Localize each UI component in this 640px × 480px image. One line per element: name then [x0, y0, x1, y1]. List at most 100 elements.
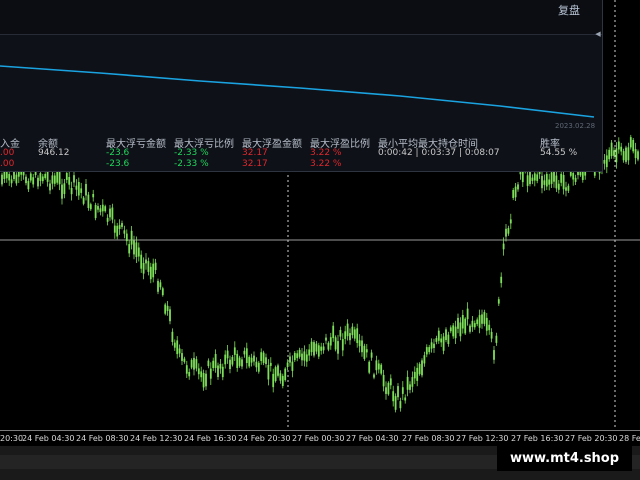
candle: [166, 301, 169, 316]
candle: [375, 355, 378, 375]
candle: [548, 173, 551, 191]
candle: [567, 183, 570, 193]
candle: [233, 341, 236, 361]
candle: [279, 370, 282, 384]
candle: [111, 203, 114, 224]
time-label: 24 Feb 20:30: [238, 434, 291, 443]
candle: [433, 338, 435, 353]
candle: [637, 149, 639, 162]
candle: [214, 349, 217, 373]
candle: [272, 368, 275, 393]
candle: [260, 348, 263, 365]
candle: [51, 169, 54, 190]
candle: [495, 332, 498, 346]
candle: [116, 222, 119, 240]
candle: [615, 142, 618, 169]
candle: [565, 181, 567, 197]
candle: [200, 366, 203, 382]
candle: [387, 381, 390, 396]
candle: [145, 253, 147, 270]
candle: [349, 328, 351, 345]
candle: [82, 196, 85, 206]
candle: [457, 313, 459, 334]
candle: [205, 370, 207, 390]
candle: [224, 350, 227, 369]
candle: [560, 170, 563, 187]
time-label: 27 Feb 00:30: [292, 434, 345, 443]
candle: [483, 309, 486, 327]
candle: [99, 205, 102, 216]
candle: [476, 317, 479, 327]
candle: [344, 325, 347, 345]
candle: [418, 362, 421, 376]
candle: [620, 142, 623, 156]
candle: [113, 219, 116, 239]
candle: [277, 363, 279, 378]
candle: [32, 173, 35, 188]
candle: [361, 335, 363, 357]
candle: [497, 296, 500, 306]
candle: [106, 214, 109, 226]
candle: [238, 355, 241, 368]
candle: [413, 366, 416, 384]
candle: [298, 347, 301, 359]
cell-max-float-profit-1: 32.17: [242, 148, 268, 158]
candle: [73, 170, 75, 187]
cell-win-rate-1: 54.55 %: [540, 148, 578, 158]
candle: [514, 183, 517, 201]
cell-max-float-profit-2: 32.17: [242, 159, 268, 169]
candle: [397, 383, 399, 401]
candle: [389, 374, 392, 390]
candle: [557, 180, 560, 194]
candle: [255, 357, 258, 372]
candle: [140, 250, 143, 273]
time-axis: 20:30 24 Feb 04:30 24 Feb 08:30 24 Feb 1…: [0, 430, 640, 447]
candle: [454, 320, 457, 344]
candle: [195, 356, 198, 372]
candle: [209, 362, 212, 385]
candle: [512, 187, 515, 201]
candle: [315, 341, 318, 355]
cell-balance-1: 946.12: [38, 148, 70, 158]
candle: [562, 169, 565, 195]
candle: [128, 240, 131, 258]
candle: [75, 179, 78, 197]
candle: [236, 350, 239, 372]
candle: [337, 334, 339, 360]
candle: [89, 202, 92, 211]
candle: [123, 225, 126, 239]
candle: [253, 351, 255, 366]
candle: [262, 350, 265, 366]
candle: [545, 170, 548, 190]
candle: [473, 320, 476, 330]
candle: [401, 381, 404, 401]
candle: [555, 171, 558, 192]
candle: [603, 154, 606, 170]
candle: [507, 225, 510, 236]
candle: [171, 328, 174, 346]
candle: [385, 381, 387, 400]
cell-deposit-1: .00: [0, 148, 15, 158]
candle: [68, 172, 71, 190]
candle: [543, 174, 546, 191]
candle: [346, 319, 349, 341]
candle: [509, 213, 512, 230]
candle: [541, 170, 543, 194]
time-label: 28 Fe: [619, 434, 640, 443]
candle: [461, 309, 464, 334]
candle: [49, 179, 51, 195]
candle: [490, 328, 493, 343]
candle: [202, 369, 205, 391]
candle: [627, 142, 630, 165]
candle: [363, 343, 366, 361]
candle: [92, 189, 95, 202]
candle: [617, 137, 620, 154]
candle: [440, 334, 443, 347]
candle: [289, 352, 291, 367]
cell-max-float-loss-pct-1: -2.33 %: [174, 148, 209, 158]
candle: [269, 357, 272, 372]
candle: [188, 368, 191, 380]
candle: [164, 302, 167, 316]
candle: [399, 397, 402, 412]
cell-max-float-loss-2: -23.6: [106, 159, 130, 169]
